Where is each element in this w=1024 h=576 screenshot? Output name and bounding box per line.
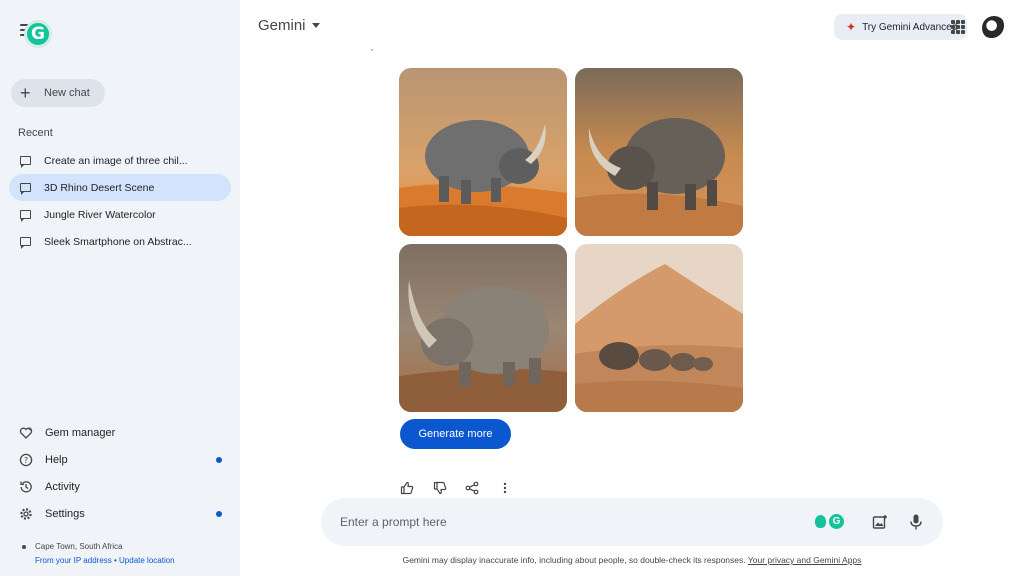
location-bullet-icon — [22, 545, 26, 549]
footer-disclaimer: Gemini may display inaccurate info, incl… — [0, 555, 1024, 565]
settings-item[interactable]: Settings — [11, 500, 233, 527]
more-vert-icon[interactable] — [496, 479, 514, 497]
prompt-input[interactable] — [340, 512, 800, 532]
try-advanced-label: Try Gemini Advanced — [862, 21, 958, 33]
recent-heading: Recent — [18, 127, 53, 139]
prompt-bar: G — [321, 498, 943, 546]
thumbs-down-icon[interactable] — [431, 479, 449, 497]
recent-chats-list: Create an image of three chil... 3D Rhin… — [9, 147, 231, 255]
location-place: Cape Town, South Africa — [22, 542, 122, 551]
grammarly-extension-icon[interactable]: G — [24, 20, 52, 48]
share-icon[interactable] — [463, 479, 481, 497]
help-label: Help — [45, 453, 68, 466]
activity-item[interactable]: Activity — [11, 473, 233, 500]
help-item[interactable]: ? Help — [11, 446, 233, 473]
add-image-icon[interactable] — [872, 514, 888, 530]
grammarly-widget[interactable]: G — [815, 514, 844, 529]
scroll-marker — [371, 49, 373, 51]
recent-chat-item[interactable]: Jungle River Watercolor — [9, 201, 231, 228]
thumbs-up-icon[interactable] — [398, 479, 416, 497]
recent-chat-item[interactable]: Create an image of three chil... — [9, 147, 231, 174]
generated-images-grid — [399, 68, 743, 412]
recent-chat-item-active[interactable]: 3D Rhino Desert Scene — [9, 174, 231, 201]
svg-text:?: ? — [24, 456, 28, 465]
chat-bubble-icon — [20, 237, 31, 249]
plus-icon: + — [20, 83, 31, 103]
generated-image[interactable] — [575, 68, 743, 236]
settings-label: Settings — [45, 507, 85, 520]
microphone-icon[interactable] — [908, 513, 924, 531]
avatar[interactable] — [982, 16, 1006, 40]
history-icon — [19, 480, 33, 494]
activity-label: Activity — [45, 480, 80, 493]
generated-image[interactable] — [399, 68, 567, 236]
sparkle-icon: ✦ — [846, 20, 857, 34]
notification-dot — [216, 511, 222, 517]
google-apps-icon[interactable] — [951, 20, 965, 34]
gem-manager-item[interactable]: Gem manager — [11, 419, 233, 446]
grammarly-icon: G — [829, 514, 844, 529]
chat-bubble-icon — [20, 156, 31, 168]
brand-title: Gemini — [258, 17, 306, 34]
disclaimer-text: Gemini may display inaccurate info, incl… — [402, 555, 746, 565]
gem-manager-label: Gem manager — [45, 426, 116, 439]
model-switcher[interactable]: Gemini — [258, 17, 320, 34]
new-chat-label: New chat — [44, 87, 90, 99]
recent-chat-label: Create an image of three chil... — [44, 154, 188, 167]
response-actions — [398, 479, 528, 497]
recent-chat-item[interactable]: Sleek Smartphone on Abstrac... — [9, 228, 231, 255]
notification-dot — [216, 457, 222, 463]
gear-icon — [19, 507, 33, 521]
gem-heart-icon — [19, 426, 33, 440]
recent-chat-label: Sleek Smartphone on Abstrac... — [44, 235, 192, 248]
help-circle-icon: ? — [19, 453, 33, 467]
new-chat-button[interactable]: + New chat — [11, 79, 105, 107]
chat-bubble-icon — [20, 210, 31, 222]
sidebar: G + New chat Recent Create an image of t… — [0, 0, 240, 576]
generated-image[interactable] — [575, 244, 743, 412]
chat-bubble-icon — [20, 183, 31, 195]
recent-chat-label: 3D Rhino Desert Scene — [44, 181, 155, 194]
chevron-down-icon — [311, 23, 320, 28]
generate-more-button[interactable]: Generate more — [400, 419, 511, 449]
lightbulb-icon — [815, 515, 826, 528]
sidebar-bottom-nav: Gem manager ? Help Activity Settings — [11, 419, 233, 527]
try-advanced-button[interactable]: ✦ Try Gemini Advanced — [834, 14, 967, 40]
recent-chat-label: Jungle River Watercolor — [44, 208, 156, 221]
privacy-link[interactable]: Your privacy and Gemini Apps — [748, 555, 862, 565]
generated-image[interactable] — [399, 244, 567, 412]
